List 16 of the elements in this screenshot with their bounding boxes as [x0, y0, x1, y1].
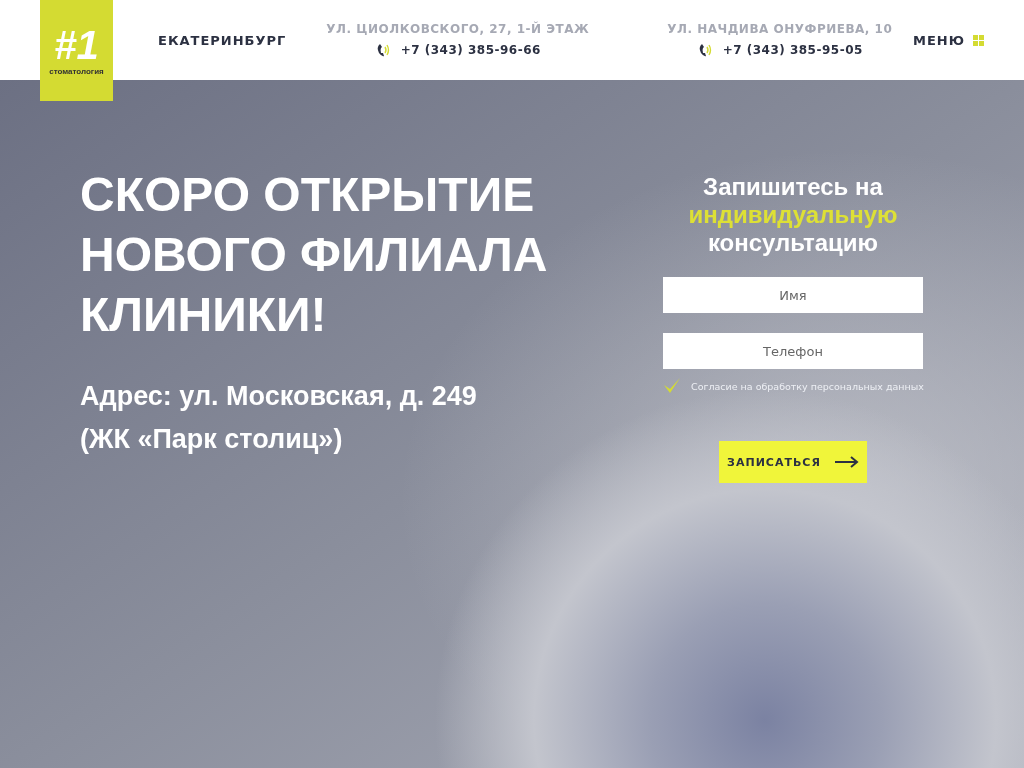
menu-button[interactable]: МЕНЮ — [913, 32, 984, 48]
hero-title: СКОРО ОТКРЫТИЕ НОВОГО ФИЛИАЛА КЛИНИКИ! — [80, 167, 549, 343]
logo-mark: #1 — [54, 25, 99, 65]
form-title: Запишитесь на индивидуальную консультацию — [687, 173, 899, 257]
input-field[interactable]: Телефон — [663, 333, 923, 369]
submit-button[interactable]: ЗАПИСАТЬСЯ — [719, 441, 867, 483]
logo[interactable]: #1 стоматология — [40, 0, 113, 101]
branch-address: УЛ. НАЧДИВА ОНУФРИЕВА, 10 — [667, 22, 893, 36]
branch-address-text: Адрес: ул. Московская, д. 249 (ЖК «Парк столиц») — [80, 380, 478, 456]
consent-label: Согласие на обработку персональных данных — [691, 380, 924, 392]
phone-number[interactable]: +7 (343) 385-96-66 — [400, 43, 541, 57]
city-label[interactable]: ЕКАТЕРИНБУРГ — [158, 32, 287, 48]
branch-address: УЛ. ЦИОЛКОВСКОГО, 27, 1-Й ЭТАЖ — [326, 22, 590, 36]
input-field[interactable]: Имя — [663, 277, 923, 313]
phone-number[interactable]: +7 (343) 385-95-05 — [722, 43, 863, 57]
logo-caption: стоматология — [49, 67, 104, 76]
